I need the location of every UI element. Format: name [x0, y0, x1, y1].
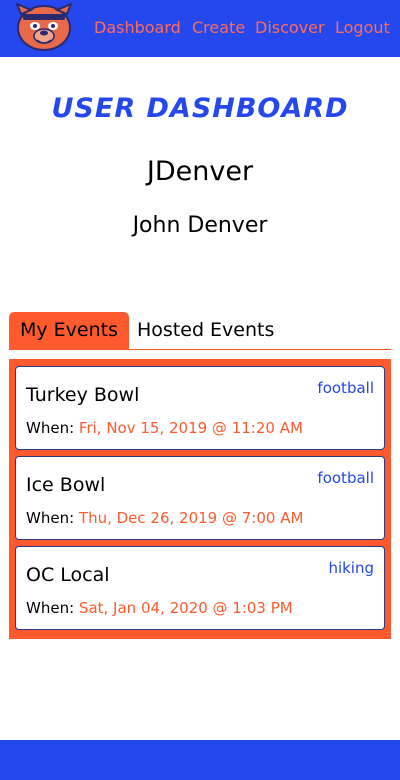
event-category-tag[interactable]: hiking [328, 557, 374, 579]
page-title: USER DASHBOARD [51, 93, 349, 124]
when-label: When: [26, 509, 75, 527]
tab-my-events[interactable]: My Events [9, 312, 130, 349]
nav-link-logout[interactable]: Logout [335, 17, 390, 39]
nav-link-dashboard[interactable]: Dashboard [94, 17, 181, 39]
event-name: OC Local [26, 564, 110, 586]
tab-hosted-events[interactable]: Hosted Events [126, 312, 285, 349]
event-category-tag[interactable]: football [317, 467, 374, 489]
event-date: Fri, Nov 15, 2019 @ 11:20 AM [78, 419, 303, 437]
events-tab-bar: My Events Hosted Events [9, 312, 391, 350]
event-category-tag[interactable]: football [317, 377, 374, 399]
event-name: Ice Bowl [26, 474, 106, 496]
when-label: When: [26, 599, 75, 617]
event-date: Thu, Dec 26, 2019 @ 7:00 AM [78, 509, 304, 527]
when-label: When: [26, 419, 75, 437]
event-card[interactable]: Ice Bowl football When: Thu, Dec 26, 201… [15, 456, 385, 540]
event-name: Turkey Bowl [26, 384, 140, 406]
nav-link-discover[interactable]: Discover [255, 17, 325, 39]
full-name-heading: John Denver [132, 213, 268, 238]
event-card[interactable]: Turkey Bowl football When: Fri, Nov 15, … [15, 366, 385, 450]
event-when: When: Fri, Nov 15, 2019 @ 11:20 AM [26, 417, 303, 439]
event-card[interactable]: OC Local hiking When: Sat, Jan 04, 2020 … [15, 546, 385, 630]
username-heading: JDenver [146, 156, 254, 187]
footer-bar [0, 740, 400, 780]
dog-mascot-logo-icon[interactable] [13, 2, 75, 52]
event-when: When: Sat, Jan 04, 2020 @ 1:03 PM [26, 597, 293, 619]
nav-link-create[interactable]: Create [192, 17, 245, 39]
top-navbar: Dashboard Create Discover Logout [0, 0, 400, 57]
event-when: When: Thu, Dec 26, 2019 @ 7:00 AM [26, 507, 303, 529]
event-date: Sat, Jan 04, 2020 @ 1:03 PM [78, 599, 293, 617]
events-list: Turkey Bowl football When: Fri, Nov 15, … [9, 359, 391, 639]
